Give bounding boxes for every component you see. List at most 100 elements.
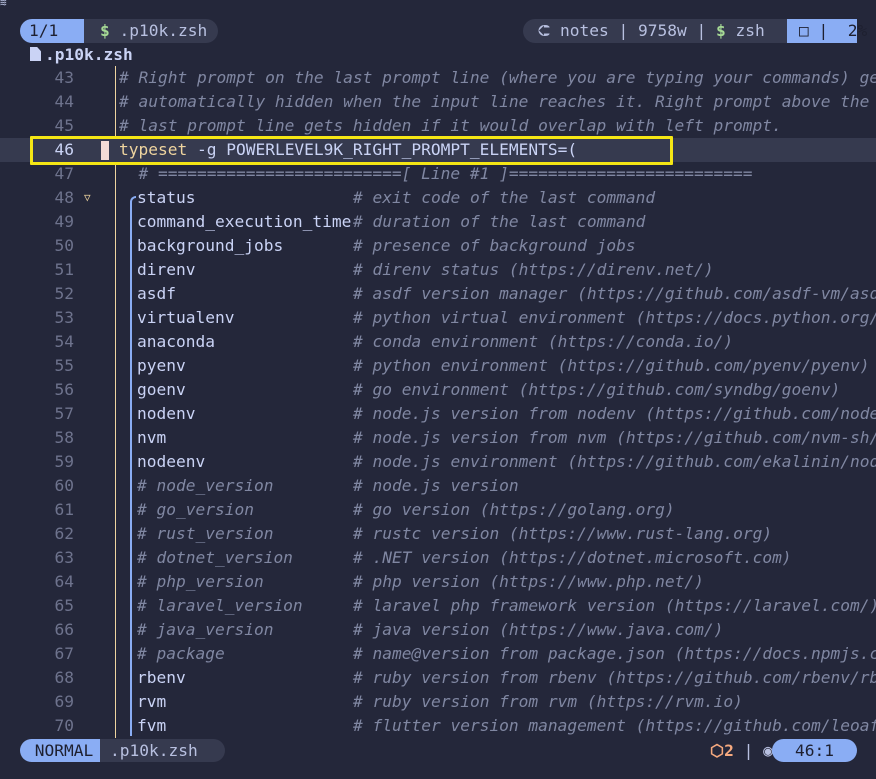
code-line[interactable]: 66 # java_version # java version (https://… xyxy=(0,618,876,642)
code-line[interactable]: 56 goenv # go environment (https://github.… xyxy=(0,378,876,402)
element-name: asdf xyxy=(137,284,176,303)
line-comment: # direnv status (https://direnv.net/) xyxy=(353,260,714,279)
git-branch-icon: ⮈ xyxy=(538,21,551,40)
code-line[interactable]: 57 nodenv # node.js version from nodenv (h… xyxy=(0,402,876,426)
element-name: nodenv xyxy=(137,404,196,423)
line-number: 53 xyxy=(54,308,75,327)
status-file-name: .p10k.zsh xyxy=(100,739,225,762)
element-name: nodeenv xyxy=(137,452,206,471)
code-line[interactable]: 54 anaconda # conda environment (https://c… xyxy=(0,330,876,354)
line-comment: # java version (https://www.java.com/) xyxy=(353,620,724,639)
element-name: direnv xyxy=(137,260,196,279)
commented-element: # package xyxy=(137,644,225,663)
code-line[interactable]: 53 virtualenv # python virtual environment… xyxy=(0,306,876,330)
code-line[interactable]: 60 # node_version # node.js version xyxy=(0,474,876,498)
code-line[interactable]: 62 # rust_version # rustc version (https:/… xyxy=(0,522,876,546)
line-comment: # rustc version (https://www.rust-lang.o… xyxy=(353,524,773,543)
line-comment: # laravel php framework version (https:/… xyxy=(353,596,876,615)
code-line[interactable]: 59 nodeenv # node.js environment (https://… xyxy=(0,450,876,474)
line-text: # automatically hidden when the input li… xyxy=(119,92,870,111)
element-name: status xyxy=(137,188,196,207)
code-line[interactable]: 64 # php_version # php version (https://ww… xyxy=(0,570,876,594)
element-name: nvm xyxy=(137,428,167,447)
code-line[interactable]: 68 rbenv # ruby version from rbenv (https:… xyxy=(0,666,876,690)
line-comment: # node.js version from nvm (https://gith… xyxy=(353,428,876,447)
element-name: anaconda xyxy=(137,332,215,351)
line-comment: # python environment (https://github.com… xyxy=(353,356,870,375)
code-line[interactable]: 43 # Right prompt on the last prompt line… xyxy=(0,66,876,90)
element-name: goenv xyxy=(137,380,186,399)
shell-name: zsh xyxy=(735,21,765,40)
commented-element: # java_version xyxy=(137,620,274,639)
line-comment: # exit code of the last command xyxy=(353,188,656,207)
tab-file-label: .p10k.zsh xyxy=(119,21,208,40)
line-number: 63 xyxy=(54,548,75,567)
line-number: 43 xyxy=(54,68,75,87)
tab-current-file[interactable]: $ .p10k.zsh xyxy=(84,19,218,43)
line-number: 51 xyxy=(54,260,75,279)
commented-element: # laravel_version xyxy=(137,596,303,615)
commented-element: # rust_version xyxy=(137,524,274,543)
code-line[interactable]: 48 ▽ status # exit code of the last command xyxy=(0,186,876,210)
line-comment: # ruby version from rbenv (https://githu… xyxy=(353,668,876,687)
fold-arrow-icon[interactable]: ▽ xyxy=(84,186,91,210)
code-line[interactable]: 49 command_execution_time # duration of th… xyxy=(0,210,876,234)
highlight-box xyxy=(30,136,673,165)
code-line[interactable]: 69 rvm # ruby version from rvm (https://rv… xyxy=(0,690,876,714)
line-comment: # conda environment (https://conda.io/) xyxy=(353,332,734,351)
line-number: 65 xyxy=(54,596,75,615)
line-comment: # go version (https://golang.org) xyxy=(353,500,675,519)
commented-element: # go_version xyxy=(137,500,254,519)
code-line[interactable]: 52 asdf # asdf version manager (https://gi… xyxy=(0,282,876,306)
window-info: □ | 2% xyxy=(787,19,867,43)
line-text: # Right prompt on the last prompt line (… xyxy=(119,68,876,87)
line-number: 48 xyxy=(54,188,75,207)
element-name: background_jobs xyxy=(137,236,284,255)
line-comment: # go environment (https://github.com/syn… xyxy=(353,380,841,399)
package-icon: ⬡ xyxy=(710,741,725,760)
line-number: 44 xyxy=(54,92,75,111)
line-number: 52 xyxy=(54,284,75,303)
session-info: ⮈ notes | 9758w | $ zsh xyxy=(523,19,787,43)
line-comment: # node.js version from nodenv (https://g… xyxy=(353,404,876,423)
code-line[interactable]: 61 # go_version # go version (https://gola… xyxy=(0,498,876,522)
line-number: 60 xyxy=(54,476,75,495)
line-comment: # duration of the last command xyxy=(353,212,646,231)
cursor-position: 46:1 xyxy=(772,739,857,762)
editor-buffer[interactable]: 43 # Right prompt on the last prompt line… xyxy=(0,66,876,738)
line-number: 47 xyxy=(54,164,75,183)
code-line[interactable]: 58 nvm # node.js version from nvm (https:/… xyxy=(0,426,876,450)
line-comment: # flutter version management (https://gi… xyxy=(353,716,876,735)
file-icon xyxy=(30,47,41,61)
element-name: command_execution_time xyxy=(137,212,352,231)
code-line[interactable]: 63 # dotnet_version # .NET version (https:… xyxy=(0,546,876,570)
code-line[interactable]: 44 # automatically hidden when the input … xyxy=(0,90,876,114)
element-name: fvm xyxy=(137,716,167,735)
element-name: rvm xyxy=(137,692,167,711)
line-number: 67 xyxy=(54,644,75,663)
line-number: 55 xyxy=(54,356,75,375)
code-line[interactable]: 47 # =========================[ Line #1 … xyxy=(0,162,876,186)
line-comment: # presence of background jobs xyxy=(353,236,636,255)
corner-glyph: ≋ xyxy=(0,0,7,9)
code-line[interactable]: 70 fvm # flutter version management (https… xyxy=(0,714,876,738)
mode-indicator: NORMAL xyxy=(20,739,100,762)
line-number: 69 xyxy=(54,692,75,711)
code-line[interactable]: 50 background_jobs # presence of backgroun… xyxy=(0,234,876,258)
line-number: 57 xyxy=(54,404,75,423)
line-number: 64 xyxy=(54,572,75,591)
status-right-info: ⬡2 | ◉ xyxy=(710,741,773,760)
commented-element: # node_version xyxy=(137,476,274,495)
code-line[interactable]: 65 # laravel_version # laravel php framewo… xyxy=(0,594,876,618)
line-number: 45 xyxy=(54,116,75,135)
code-line[interactable]: 45 # last prompt line gets hidden if it w… xyxy=(0,114,876,138)
line-number: 56 xyxy=(54,380,75,399)
code-line[interactable]: 67 # package # name@version from package.j… xyxy=(0,642,876,666)
commented-element: # dotnet_version xyxy=(137,548,293,567)
tab-count: 1/1 xyxy=(20,19,84,43)
line-comment: # asdf version manager (https://github.c… xyxy=(353,284,876,303)
code-line[interactable]: 51 direnv # direnv status (https://direnv.… xyxy=(0,258,876,282)
line-comment: # python virtual environment (https://do… xyxy=(353,308,876,327)
line-comment: # ruby version from rvm (https://rvm.io) xyxy=(353,692,743,711)
code-line[interactable]: 55 pyenv # python environment (https://git… xyxy=(0,354,876,378)
